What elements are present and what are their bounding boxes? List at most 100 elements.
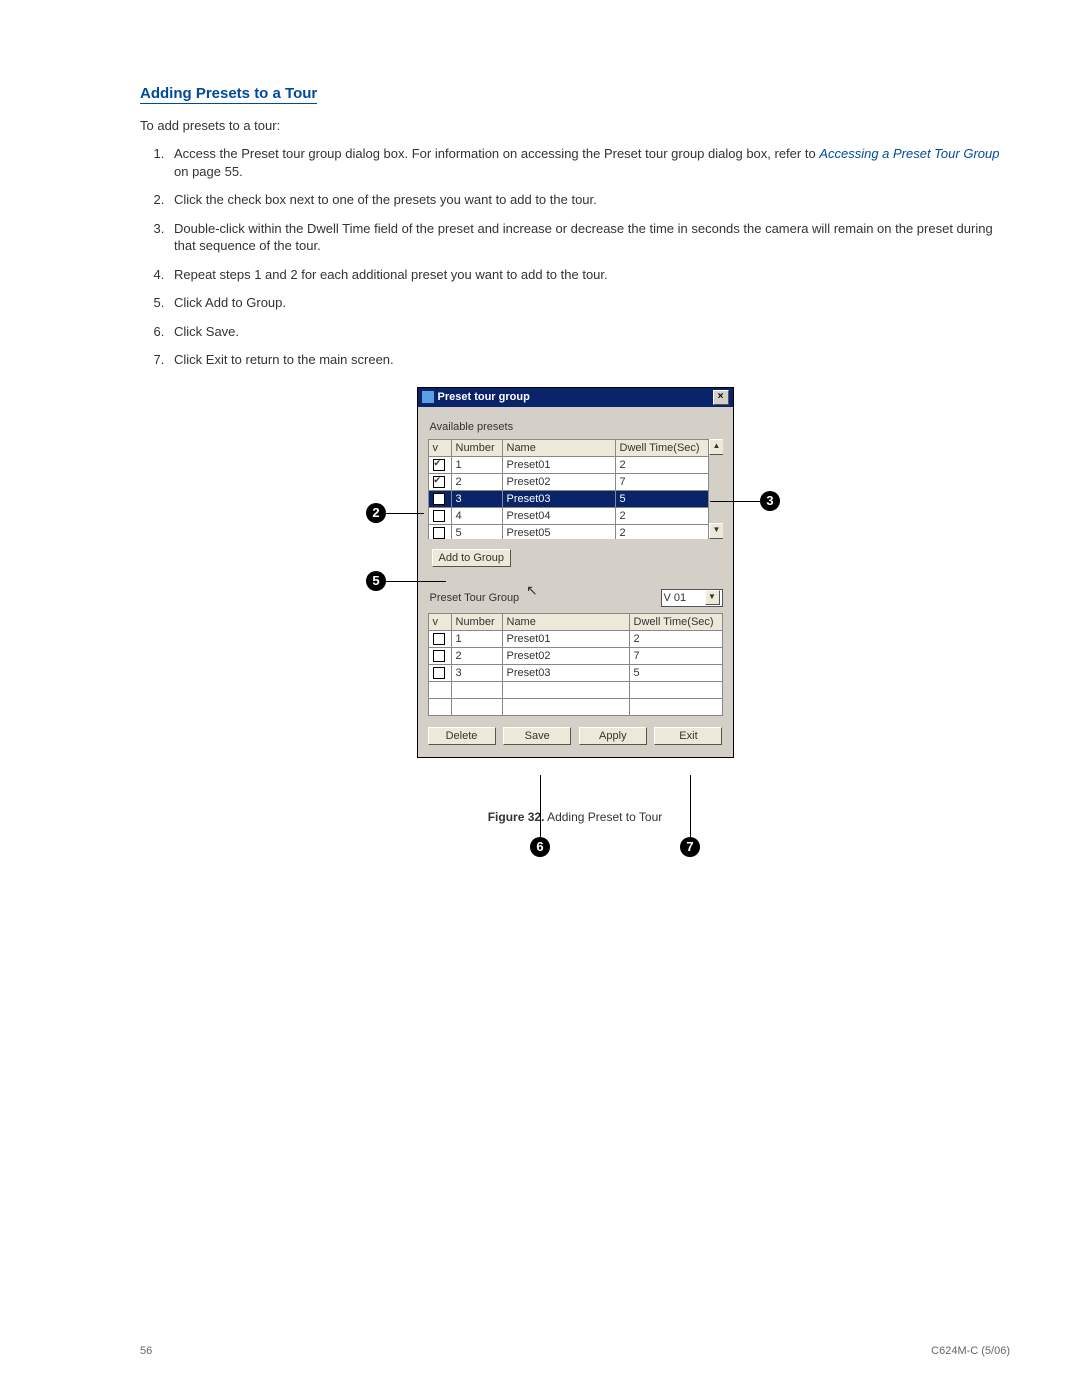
checkbox[interactable]: [433, 510, 445, 522]
step-1-suffix: on page 55.: [174, 164, 243, 179]
leader-5: [386, 581, 446, 582]
cell-name[interactable]: Preset03: [502, 664, 629, 681]
dialog-title: Preset tour group: [438, 391, 530, 403]
doc-id: C624M-C (5/06): [931, 1345, 1010, 1357]
intro-text: To add presets to a tour:: [140, 118, 1010, 133]
dialog-titlebar[interactable]: Preset tour group ×: [418, 388, 733, 407]
cell-number[interactable]: 5: [451, 524, 502, 539]
gcol-check-header[interactable]: v: [428, 613, 451, 630]
table-row-empty: [428, 698, 722, 715]
app-icon: [422, 391, 434, 403]
step-3: Double-click within the Dwell Time field…: [168, 220, 1010, 255]
available-header-row: v Number Name Dwell Time(Sec): [428, 439, 708, 456]
cell-dwell[interactable]: 7: [629, 647, 722, 664]
apply-button[interactable]: Apply: [579, 727, 647, 745]
gcol-dwell-header[interactable]: Dwell Time(Sec): [629, 613, 722, 630]
col-check-header[interactable]: v: [428, 439, 451, 456]
step-5: Click Add to Group.: [168, 294, 1010, 312]
scroll-up-button[interactable]: ▲: [709, 439, 723, 455]
step-1: Access the Preset tour group dialog box.…: [168, 145, 1010, 180]
figure-caption-text: Adding Preset to Tour: [544, 810, 662, 824]
preset-tour-group-dialog: Preset tour group × Available presets ▲ …: [417, 387, 734, 758]
leader-7: [690, 775, 691, 837]
checkbox[interactable]: [433, 476, 445, 488]
callout-5: 5: [366, 571, 386, 591]
group-table-wrap: v Number Name Dwell Time(Sec) 1Preset012…: [428, 613, 723, 713]
page-number: 56: [140, 1345, 152, 1357]
leader-6: [540, 775, 541, 837]
scroll-down-button[interactable]: ▼: [709, 523, 723, 539]
table-row[interactable]: 1Preset012: [428, 630, 722, 647]
table-row[interactable]: 3Preset035: [428, 490, 708, 507]
checkbox[interactable]: [433, 527, 445, 539]
leader-3: [710, 501, 760, 502]
tour-group-value: V 01: [664, 592, 687, 604]
table-row-empty: [428, 681, 722, 698]
available-presets-label: Available presets: [430, 421, 723, 433]
delete-button[interactable]: Delete: [428, 727, 496, 745]
callout-2: 2: [366, 503, 386, 523]
table-row[interactable]: 5Preset052: [428, 524, 708, 539]
table-row[interactable]: 1Preset012: [428, 456, 708, 473]
step-2: Click the check box next to one of the p…: [168, 191, 1010, 209]
cell-number[interactable]: 2: [451, 473, 502, 490]
cell-name[interactable]: Preset01: [502, 630, 629, 647]
cell-name[interactable]: Preset03: [502, 490, 615, 507]
cell-name[interactable]: Preset01: [502, 456, 615, 473]
cell-name[interactable]: Preset02: [502, 473, 615, 490]
exit-button[interactable]: Exit: [654, 727, 722, 745]
tour-group-dropdown[interactable]: V 01 ▼: [661, 589, 723, 607]
gcol-number-header[interactable]: Number: [451, 613, 502, 630]
cell-dwell[interactable]: 2: [629, 630, 722, 647]
tour-group-table[interactable]: v Number Name Dwell Time(Sec) 1Preset012…: [428, 613, 723, 716]
cell-name[interactable]: Preset02: [502, 647, 629, 664]
tour-group-label: Preset Tour Group: [430, 592, 520, 604]
cell-dwell[interactable]: 2: [615, 456, 708, 473]
table-row[interactable]: 4Preset042: [428, 507, 708, 524]
step-7: Click Exit to return to the main screen.: [168, 351, 1010, 369]
figure-label: Figure 32.: [488, 810, 545, 824]
close-button[interactable]: ×: [713, 390, 729, 405]
checkbox[interactable]: [433, 459, 445, 471]
add-to-group-button[interactable]: Add to Group: [432, 549, 511, 567]
cell-number[interactable]: 1: [451, 630, 502, 647]
cell-name[interactable]: Preset04: [502, 507, 615, 524]
figure-caption: Figure 32. Adding Preset to Tour: [370, 810, 780, 824]
checkbox[interactable]: [433, 650, 445, 662]
cell-dwell[interactable]: 5: [629, 664, 722, 681]
callout-3: 3: [760, 491, 780, 511]
table-row[interactable]: 3Preset035: [428, 664, 722, 681]
figure-area: 2 3 5 6 7 ↖ Preset tour group × Availabl…: [370, 387, 780, 824]
cell-dwell[interactable]: 2: [615, 524, 708, 539]
save-button[interactable]: Save: [503, 727, 571, 745]
checkbox[interactable]: [433, 633, 445, 645]
step-1-prefix: Access the Preset tour group dialog box.…: [174, 146, 819, 161]
cell-number[interactable]: 4: [451, 507, 502, 524]
cell-name[interactable]: Preset05: [502, 524, 615, 539]
cell-dwell[interactable]: 7: [615, 473, 708, 490]
table-row[interactable]: 2Preset027: [428, 473, 708, 490]
available-presets-table[interactable]: v Number Name Dwell Time(Sec) 1Preset012…: [428, 439, 709, 539]
chevron-down-icon[interactable]: ▼: [705, 590, 720, 605]
section-heading: Adding Presets to a Tour: [140, 85, 317, 104]
col-dwell-header[interactable]: Dwell Time(Sec): [615, 439, 708, 456]
step-1-link[interactable]: Accessing a Preset Tour Group: [819, 146, 999, 161]
checkbox[interactable]: [433, 493, 445, 505]
cell-dwell[interactable]: 2: [615, 507, 708, 524]
cell-number[interactable]: 2: [451, 647, 502, 664]
col-number-header[interactable]: Number: [451, 439, 502, 456]
cell-number[interactable]: 3: [451, 490, 502, 507]
cell-number[interactable]: 3: [451, 664, 502, 681]
cell-number[interactable]: 1: [451, 456, 502, 473]
callout-7: 7: [680, 837, 700, 857]
cell-dwell[interactable]: 5: [615, 490, 708, 507]
available-table-wrap: ▲ ▼ v Number Name Dwell Time(Sec) 1Prese…: [428, 439, 723, 539]
group-header-row: v Number Name Dwell Time(Sec): [428, 613, 722, 630]
steps-list: Access the Preset tour group dialog box.…: [168, 145, 1010, 369]
col-name-header[interactable]: Name: [502, 439, 615, 456]
button-row: Delete Save Apply Exit: [428, 727, 723, 745]
leader-2: [386, 513, 424, 514]
gcol-name-header[interactable]: Name: [502, 613, 629, 630]
table-row[interactable]: 2Preset027: [428, 647, 722, 664]
checkbox[interactable]: [433, 667, 445, 679]
